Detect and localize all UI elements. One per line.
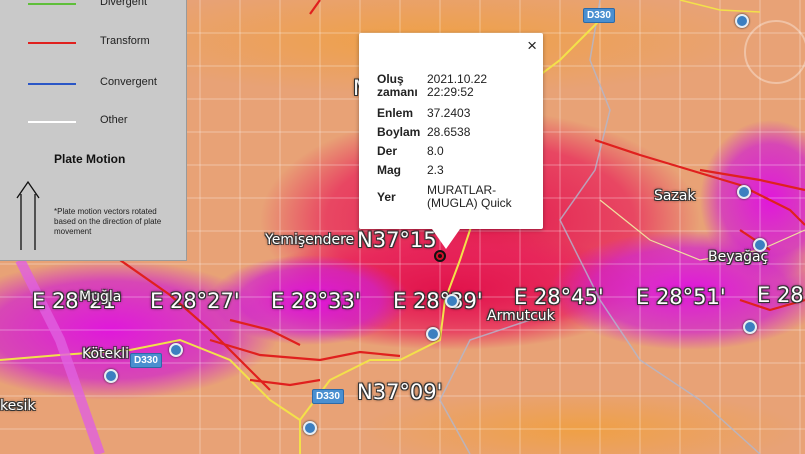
legend-label: Transform xyxy=(100,35,150,47)
poi-icon[interactable] xyxy=(753,238,767,252)
popup-value: MURATLAR-(MUGLA) Quick xyxy=(427,183,512,210)
navigation-ring[interactable] xyxy=(744,20,805,84)
place-label: Yemişendere xyxy=(265,232,355,248)
popup-key: Yer xyxy=(377,190,396,204)
poi-icon[interactable] xyxy=(737,185,751,199)
poi-icon[interactable] xyxy=(426,327,440,341)
coord-label: E 28°39' xyxy=(393,289,483,313)
place-label: kesik xyxy=(0,398,36,414)
poi-icon[interactable] xyxy=(169,343,183,357)
coord-label: E 28°27' xyxy=(150,289,240,313)
road-shield: D330 xyxy=(312,389,344,404)
earthquake-popup: × Oluş zamanı 2021.10.22 22:29:52 Enlem … xyxy=(359,33,543,229)
coord-label: N37°15 xyxy=(357,228,437,252)
place-label: Armutcuk xyxy=(487,308,555,324)
poi-icon[interactable] xyxy=(303,421,317,435)
legend-line xyxy=(28,3,76,5)
poi-icon[interactable] xyxy=(445,294,459,308)
place-label: Kötekli xyxy=(82,346,130,362)
popup-key: Enlem xyxy=(377,106,414,120)
legend-line xyxy=(28,42,76,44)
popup-value: 37.2403 xyxy=(427,106,471,120)
legend-label: Convergent xyxy=(100,76,157,88)
popup-pointer xyxy=(432,229,460,249)
legend-title: Plate Motion xyxy=(54,152,126,166)
coord-label: E 28°33' xyxy=(271,289,361,313)
popup-key: Mag xyxy=(377,163,401,177)
legend-label: Other xyxy=(100,114,128,126)
coord-label: E 28°51' xyxy=(636,285,726,309)
legend-item-transform: Transform xyxy=(28,35,178,51)
legend-line xyxy=(28,83,76,85)
poi-icon[interactable] xyxy=(743,320,757,334)
popup-key: Boylam xyxy=(377,125,421,139)
legend-label: Divergent xyxy=(100,0,148,8)
poi-icon[interactable] xyxy=(735,14,749,28)
popup-value: 2021.10.22 22:29:52 xyxy=(427,72,488,99)
popup-key: Der xyxy=(377,144,398,158)
popup-key: Oluş zamanı xyxy=(377,72,418,99)
legend-item-other: Other xyxy=(28,114,178,130)
place-label: Sazak xyxy=(654,188,696,204)
popup-value: 28.6538 xyxy=(427,125,471,139)
popup-value: 2.3 xyxy=(427,163,444,177)
road-shield: D330 xyxy=(130,353,162,368)
coord-label: E 28°45' xyxy=(514,285,604,309)
legend-item-convergent: Convergent xyxy=(28,76,178,92)
road-shield: D330 xyxy=(583,8,615,23)
legend-note: *Plate motion vectors rotated based on t… xyxy=(54,207,162,236)
place-label: Muğla xyxy=(79,289,122,305)
motion-arrow-icon xyxy=(16,180,40,250)
epicenter-icon[interactable] xyxy=(434,250,446,262)
popup-value: 8.0 xyxy=(427,144,444,158)
legend-line xyxy=(28,121,76,123)
poi-icon[interactable] xyxy=(104,369,118,383)
legend-item-divergent: Divergent xyxy=(28,0,178,12)
plate-legend: Divergent Transform Convergent Other Pla… xyxy=(0,0,187,261)
coord-label: N37°09' xyxy=(357,380,443,404)
coord-label: E 28 xyxy=(757,283,804,307)
close-icon[interactable]: × xyxy=(527,37,537,54)
